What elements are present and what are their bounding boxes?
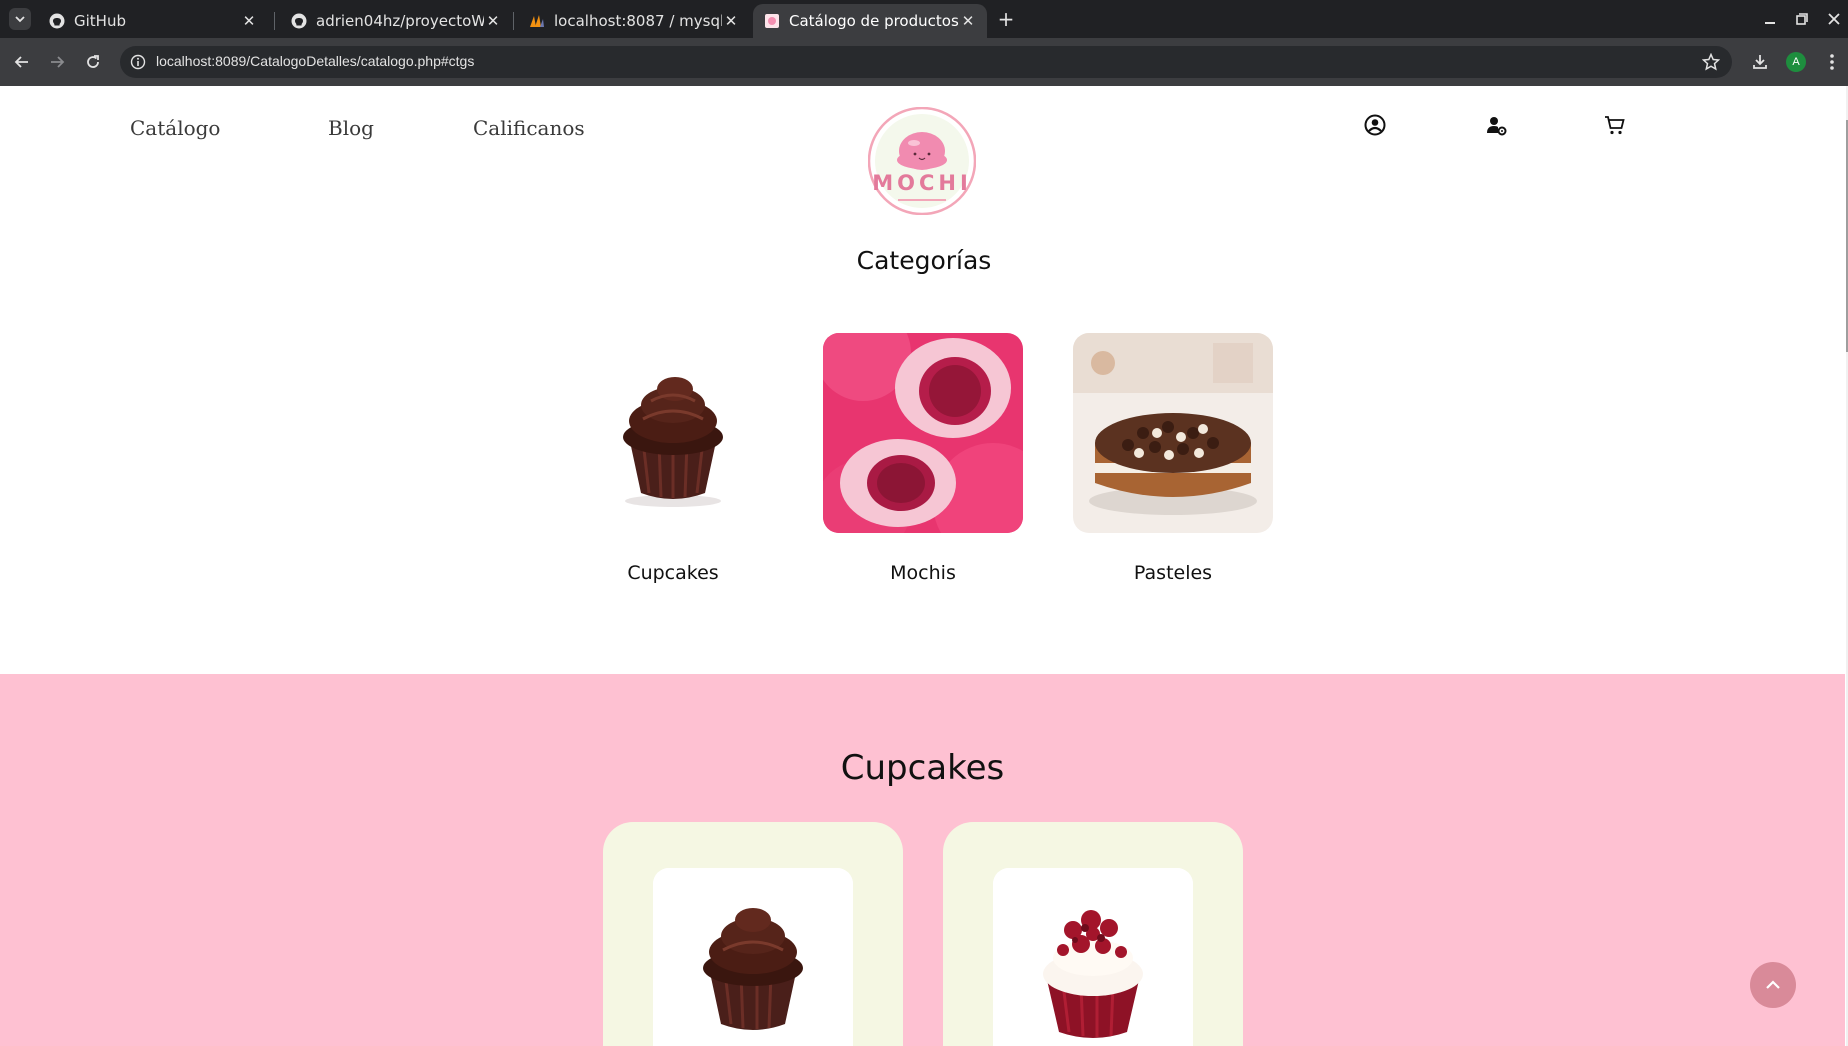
categories-title: Categorías <box>856 246 992 275</box>
chocolate-cupcake-image <box>573 333 773 533</box>
tab-github[interactable]: GitHub ✕ <box>38 4 268 38</box>
nav-blog-link[interactable]: Blog <box>328 116 374 140</box>
mochi-favicon <box>763 13 780 30</box>
category-card-cupcakes[interactable] <box>573 333 773 533</box>
browser-tabstrip: GitHub ✕ adrien04hz/proyectoWEB ✕ localh… <box>0 0 1848 38</box>
bookmark-star-icon[interactable] <box>1701 52 1721 71</box>
download-icon[interactable] <box>1748 50 1772 74</box>
close-icon[interactable]: ✕ <box>240 12 258 30</box>
close-icon[interactable]: ✕ <box>722 12 740 30</box>
github-icon <box>48 13 65 30</box>
category-card-mochis[interactable] <box>823 333 1023 533</box>
profile-avatar[interactable]: A <box>1784 50 1808 74</box>
category-label-pasteles[interactable]: Pasteles <box>1073 562 1273 584</box>
pink-mochis-image <box>823 333 1023 533</box>
reload-icon[interactable] <box>81 50 105 74</box>
mochi-logo[interactable]: MOCHI <box>867 106 977 216</box>
github-icon <box>290 13 307 30</box>
category-label-cupcakes[interactable]: Cupcakes <box>573 562 773 584</box>
phpmyadmin-icon <box>528 13 545 30</box>
minimize-icon[interactable] <box>1759 8 1781 30</box>
tab-phpmyadmin[interactable]: localhost:8087 / mysql / r ✕ <box>518 4 750 38</box>
chevron-down-icon <box>15 16 25 23</box>
tab-title: localhost:8087 / mysql / r <box>554 12 722 30</box>
tab-separator <box>274 12 275 30</box>
new-tab-button[interactable]: + <box>995 8 1017 30</box>
product-card[interactable] <box>943 822 1243 1046</box>
product-card[interactable] <box>603 822 903 1046</box>
back-arrow-icon[interactable] <box>10 50 34 74</box>
logo-tagline <box>898 199 946 201</box>
browser-toolbar: localhost:8089/CatalogoDetalles/catalogo… <box>0 38 1848 86</box>
url-text[interactable]: localhost:8089/CatalogoDetalles/catalogo… <box>156 53 474 69</box>
page-viewport: Catálogo Blog Calificanos MOCHI Categorí… <box>0 86 1848 1046</box>
chocolate-cupcake-image <box>653 868 853 1046</box>
chocolate-cake-image <box>1073 333 1273 533</box>
red-velvet-cupcake-image <box>993 868 1193 1046</box>
close-icon[interactable]: ✕ <box>484 12 502 30</box>
kebab-menu-icon[interactable] <box>1820 50 1844 74</box>
cupcakes-section: Cupcakes <box>0 674 1845 1046</box>
cart-icon[interactable] <box>1602 112 1628 138</box>
category-label-mochis[interactable]: Mochis <box>823 562 1023 584</box>
back-to-top-button[interactable] <box>1750 962 1796 1008</box>
tab-title: adrien04hz/proyectoWEB <box>316 12 484 30</box>
tab-catalogo[interactable]: Catálogo de productos ✕ <box>753 4 987 38</box>
section-title: Cupcakes <box>840 748 1005 788</box>
chevron-up-icon <box>1766 980 1780 989</box>
window-close-icon[interactable] <box>1823 8 1845 30</box>
logo-text: MOCHI <box>872 171 972 195</box>
address-bar[interactable]: localhost:8089/CatalogoDetalles/catalogo… <box>120 46 1732 78</box>
user-settings-icon[interactable] <box>1483 112 1509 138</box>
product-image[interactable] <box>653 868 853 1046</box>
site-info-icon[interactable] <box>130 54 146 70</box>
tab-search-button[interactable] <box>9 8 31 30</box>
user-circle-icon[interactable] <box>1362 112 1388 138</box>
tab-github-repo[interactable]: adrien04hz/proyectoWEB ✕ <box>280 4 512 38</box>
nav-catalogo-link[interactable]: Catálogo <box>130 116 220 140</box>
tab-title: Catálogo de productos <box>789 12 959 30</box>
avatar: A <box>1786 52 1806 72</box>
product-image[interactable] <box>993 868 1193 1046</box>
restore-icon[interactable] <box>1791 8 1813 30</box>
forward-arrow-icon[interactable] <box>45 50 69 74</box>
close-icon[interactable]: ✕ <box>959 12 977 30</box>
tab-title: GitHub <box>74 12 126 30</box>
nav-calificanos-link[interactable]: Calificanos <box>473 116 585 140</box>
tab-separator <box>513 12 514 30</box>
category-card-pasteles[interactable] <box>1073 333 1273 533</box>
